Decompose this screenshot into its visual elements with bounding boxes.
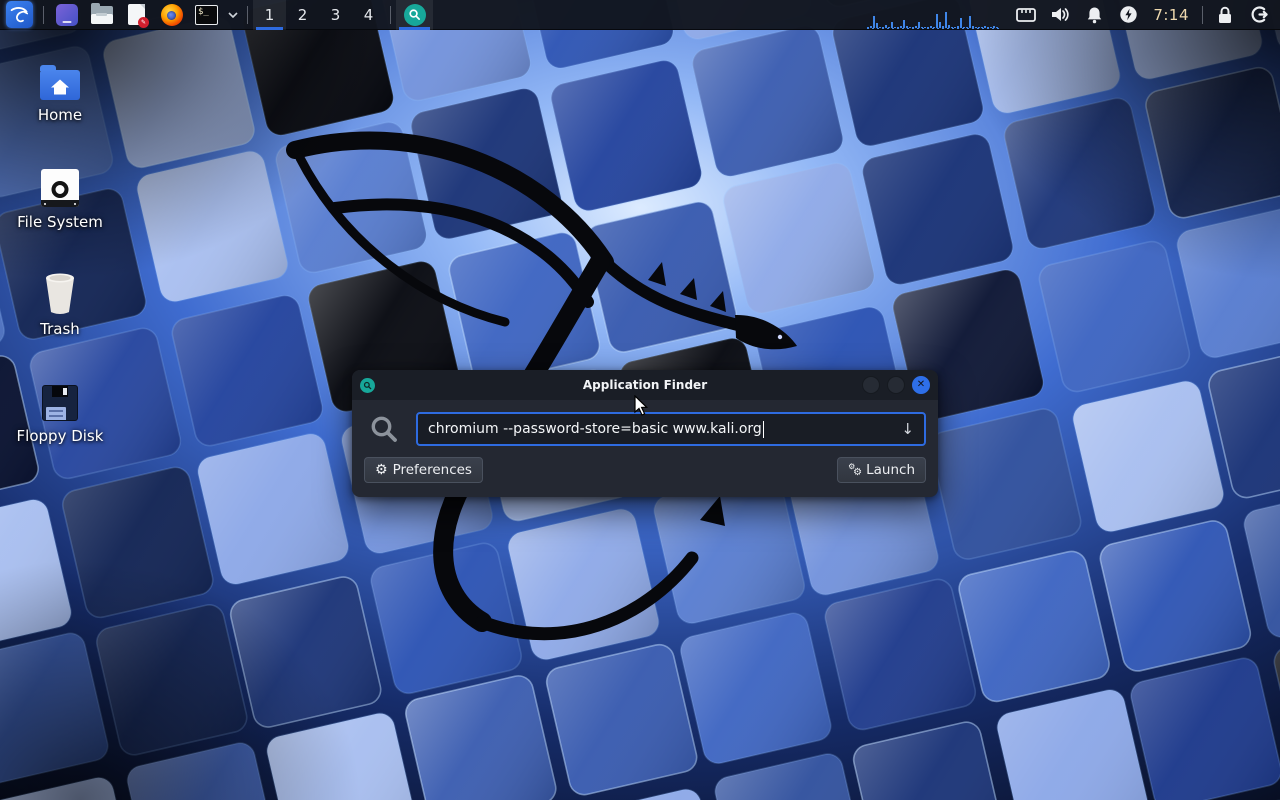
minimize-button[interactable] (862, 376, 880, 394)
workspace-1-button[interactable]: 1 (253, 0, 286, 30)
logout-icon (1250, 5, 1269, 24)
workspace-3-button[interactable]: 3 (319, 0, 352, 30)
volume-icon (1051, 6, 1070, 23)
terminal-icon: $_ (195, 5, 218, 25)
desktop-icon-trash[interactable]: Trash (14, 270, 106, 377)
chevron-down-icon (228, 12, 238, 18)
panel-separator (1202, 6, 1203, 24)
desktop-icon-file-system[interactable]: File System (14, 163, 106, 270)
volume-tray-button[interactable] (1043, 0, 1077, 30)
panel-separator (247, 6, 248, 24)
power-manager-tray-button[interactable] (1111, 0, 1145, 30)
lock-icon (1217, 6, 1233, 24)
maximize-button[interactable] (887, 376, 905, 394)
launcher-firefox[interactable] (154, 0, 189, 30)
desktop-icon-label: File System (17, 213, 103, 231)
history-dropdown-icon[interactable]: ↓ (901, 420, 914, 438)
text-caret (763, 421, 764, 438)
cpu-graph[interactable] (867, 0, 999, 30)
workspace-2-button[interactable]: 2 (286, 0, 319, 30)
terminal-dropdown-button[interactable] (224, 0, 242, 30)
workspace-4-button[interactable]: 4 (352, 0, 385, 30)
launcher-terminal[interactable]: $_ (189, 0, 224, 30)
desktop-icon-home[interactable]: Home (14, 56, 106, 163)
panel-right-zone: 7:14 (867, 0, 1280, 30)
trash-icon (40, 272, 80, 314)
panel-separator (43, 6, 44, 24)
top-panel: ✎ $_ 1 2 3 4 (0, 0, 1280, 30)
logout-button[interactable] (1242, 0, 1276, 30)
search-input[interactable]: chromium --password-store=basic www.kali… (416, 412, 926, 446)
firefox-icon (161, 4, 183, 26)
search-icon-large (364, 414, 404, 444)
lock-screen-button[interactable] (1208, 0, 1242, 30)
network-icon (1016, 7, 1036, 23)
dashboard-icon (56, 4, 78, 26)
bell-icon (1086, 6, 1103, 24)
launcher-text-editor[interactable]: ✎ (119, 0, 154, 30)
notifications-tray-button[interactable] (1077, 0, 1111, 30)
home-folder-icon (40, 70, 80, 100)
desktop-icon-column: Home File System Trash (14, 56, 106, 484)
edit-badge-icon: ✎ (138, 17, 149, 28)
panel-separator (390, 6, 391, 24)
text-editor-icon: ✎ (128, 4, 145, 25)
launch-icon: ⚙⚙ (848, 463, 861, 477)
launcher-file-manager[interactable] (84, 0, 119, 30)
mouse-cursor (634, 395, 650, 417)
window-title: Application Finder (352, 378, 938, 392)
desktop-icon-floppy-disk[interactable]: Floppy Disk (14, 377, 106, 484)
launch-button-label: Launch (866, 462, 915, 478)
desktop-icon-label: Home (38, 106, 82, 124)
file-system-drive-icon (41, 169, 79, 207)
file-manager-icon (91, 6, 113, 24)
network-tray-button[interactable] (1009, 0, 1043, 30)
desktop-screen: ✎ $_ 1 2 3 4 (0, 0, 1280, 800)
search-icon (404, 4, 426, 26)
application-finder-window: Application Finder ✕ chromium --password… (352, 370, 938, 497)
desktop-icon-label: Floppy Disk (17, 427, 104, 445)
clock[interactable]: 7:14 (1145, 0, 1197, 30)
preferences-button[interactable]: ⚙ Preferences (364, 457, 483, 483)
search-input-value: chromium --password-store=basic www.kali… (428, 421, 762, 437)
desktop-icon-label: Trash (40, 320, 80, 338)
app-finder-button[interactable] (396, 0, 433, 30)
floppy-disk-icon (42, 385, 78, 421)
launcher-dashboard[interactable] (49, 0, 84, 30)
kali-logo-icon (6, 1, 33, 28)
kali-menu-button[interactable] (0, 0, 38, 30)
close-button[interactable]: ✕ (912, 376, 930, 394)
app-finder-window-icon (360, 378, 375, 393)
power-icon (1119, 5, 1138, 24)
launch-button[interactable]: ⚙⚙ Launch (837, 457, 926, 483)
gear-icon: ⚙ (375, 463, 388, 477)
preferences-button-label: Preferences (393, 462, 472, 478)
